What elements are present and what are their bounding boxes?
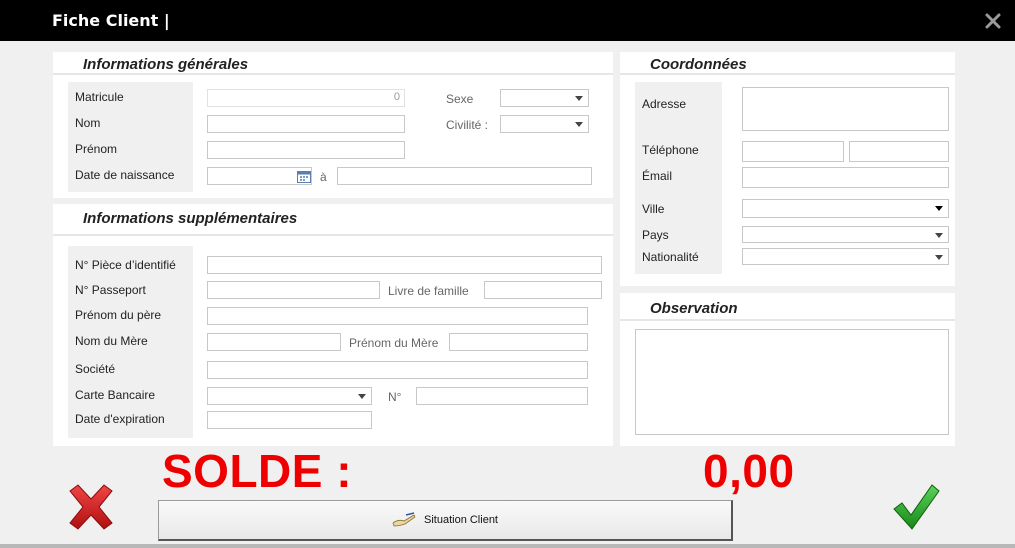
mere-prenom-field[interactable] bbox=[449, 333, 588, 351]
green-check-icon[interactable] bbox=[892, 483, 940, 531]
observation-field[interactable] bbox=[635, 329, 949, 435]
passeport-label: N° Passeport bbox=[75, 283, 146, 297]
expiration-field[interactable] bbox=[207, 411, 372, 429]
ville-select[interactable] bbox=[742, 199, 949, 218]
carte-select[interactable] bbox=[207, 387, 372, 405]
societe-label: Société bbox=[75, 362, 116, 376]
situation-client-label: Situation Client bbox=[424, 514, 498, 526]
chevron-down-icon bbox=[575, 122, 583, 127]
passeport-field[interactable] bbox=[207, 281, 380, 299]
matricule-field[interactable]: 0 bbox=[207, 89, 405, 107]
civilite-select[interactable] bbox=[500, 115, 589, 133]
panel-supplementaires-title: Informations supplémentaires bbox=[83, 210, 298, 227]
panel-observation: Observation bbox=[620, 293, 955, 446]
solde-label: SOLDE : bbox=[162, 445, 353, 497]
panel-observation-header: Observation bbox=[620, 293, 955, 321]
red-x-icon[interactable] bbox=[66, 483, 116, 531]
chevron-down-icon bbox=[935, 255, 943, 260]
ville-label: Ville bbox=[642, 202, 665, 216]
panel-observation-title: Observation bbox=[650, 300, 738, 317]
email-label: Émail bbox=[642, 169, 673, 183]
telephone-field-1[interactable] bbox=[742, 141, 844, 162]
panel-supplementaires: Informations supplémentaires N° Pièce d’… bbox=[53, 204, 613, 446]
hand-pen-icon bbox=[392, 512, 416, 527]
panel-coordonnees: Coordonnées Adresse Téléphone Émail Vill… bbox=[620, 52, 955, 286]
numero-label: N° bbox=[388, 390, 402, 404]
bottom-border bbox=[0, 544, 1015, 548]
pays-label: Pays bbox=[642, 228, 669, 242]
prenom-label: Prénom bbox=[75, 142, 118, 156]
naissance-label: Date de naissance bbox=[75, 168, 175, 182]
adresse-label: Adresse bbox=[642, 97, 687, 111]
panel-coordonnees-header: Coordonnées bbox=[620, 52, 955, 75]
chevron-down-icon bbox=[358, 394, 366, 399]
nationalite-label: Nationalité bbox=[642, 250, 699, 264]
email-field[interactable] bbox=[742, 167, 949, 188]
pays-select[interactable] bbox=[742, 226, 949, 243]
chevron-down-icon bbox=[935, 206, 943, 211]
expiration-label: Date d'expiration bbox=[75, 412, 165, 426]
societe-field[interactable] bbox=[207, 361, 588, 379]
sexe-select[interactable] bbox=[500, 89, 589, 107]
solde-value: 0,00 bbox=[703, 445, 795, 497]
panel-coordonnees-title: Coordonnées bbox=[650, 56, 747, 73]
carte-label: Carte Bancaire bbox=[75, 388, 156, 402]
chevron-down-icon bbox=[935, 233, 943, 238]
nom-field[interactable] bbox=[207, 115, 405, 133]
chevron-down-icon bbox=[575, 96, 583, 101]
prenom-field[interactable] bbox=[207, 141, 405, 159]
panel-general-header: Informations générales bbox=[53, 52, 613, 75]
adresse-field[interactable] bbox=[742, 87, 949, 131]
pere-label: Prénom du père bbox=[75, 308, 162, 322]
mere-nom-label: Nom du Mère bbox=[75, 334, 148, 348]
numero-field[interactable] bbox=[416, 387, 588, 405]
civilite-label: Civilité : bbox=[446, 118, 489, 132]
livre-field[interactable] bbox=[484, 281, 602, 299]
telephone-field-2[interactable] bbox=[849, 141, 949, 162]
nom-label: Nom bbox=[75, 116, 101, 130]
situation-client-button[interactable]: Situation Client bbox=[158, 500, 733, 541]
close-icon[interactable] bbox=[980, 8, 1006, 34]
window-title: Fiche Client | bbox=[52, 11, 170, 30]
matricule-label: Matricule bbox=[75, 90, 124, 104]
panel-supplementaires-header: Informations supplémentaires bbox=[53, 204, 613, 236]
mere-nom-field[interactable] bbox=[207, 333, 341, 351]
a-label: à bbox=[320, 170, 327, 184]
lieu-naissance-field[interactable] bbox=[337, 167, 592, 185]
calendar-icon[interactable] bbox=[297, 170, 311, 183]
piece-field[interactable] bbox=[207, 256, 602, 274]
naissance-date-field[interactable] bbox=[207, 167, 312, 185]
livre-label: Livre de famille bbox=[388, 284, 469, 298]
nationalite-select[interactable] bbox=[742, 248, 949, 265]
panel-general: Informations générales Matricule 0 Sexe … bbox=[53, 52, 613, 198]
title-bar: Fiche Client | bbox=[0, 0, 1015, 41]
mere-prenom-label: Prénom du Mère bbox=[349, 336, 439, 350]
pere-field[interactable] bbox=[207, 307, 588, 325]
piece-label: N° Pièce d’identifié bbox=[75, 258, 176, 272]
sexe-label: Sexe bbox=[446, 92, 474, 106]
telephone-label: Téléphone bbox=[642, 143, 699, 157]
panel-general-title: Informations générales bbox=[83, 56, 249, 73]
